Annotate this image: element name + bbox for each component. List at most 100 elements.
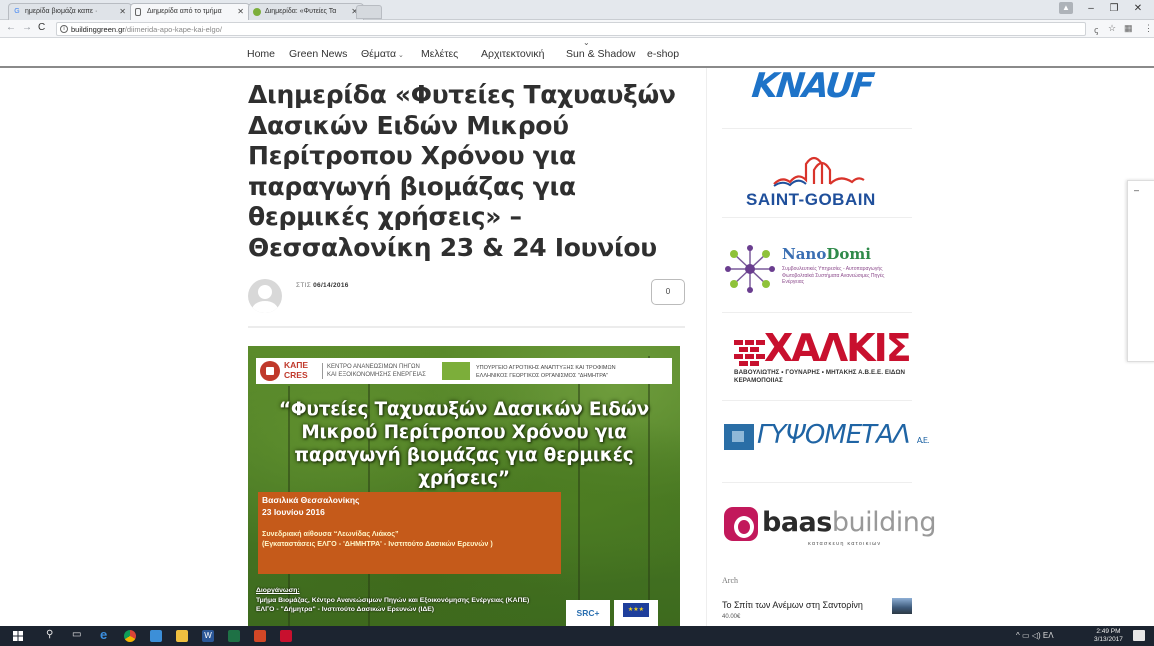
collapse-icon[interactable]: – — [1134, 185, 1139, 195]
poster-location: Βασιλικά Θεσσαλονίκης — [262, 495, 360, 505]
nanodomi-logo[interactable]: NanoDomi — [782, 245, 871, 263]
saint-gobain-logo[interactable]: SAINT-GOBAIN — [746, 190, 876, 210]
divider — [248, 326, 685, 328]
poster-venue: Συνεδριακή αίθουσα “Λεωνίδας Λιάκος” (Εγ… — [262, 529, 561, 549]
windows-start-icon[interactable] — [13, 631, 23, 641]
ministry-line-2: ΕΛΛΗΝΙΚΟΣ ΓΕΩΡΓΙΚΟΣ ΟΡΓΑΝΙΣΜΟΣ "ΔΗΜΗΤΡΑ" — [476, 373, 609, 379]
meta-prefix: ΣΤΙΣ — [296, 282, 312, 289]
bookmark-star-icon[interactable]: ☆ — [1108, 23, 1116, 34]
taskbar-clock[interactable]: 2:49 PM 3/13/2017 — [1094, 628, 1123, 644]
sidebar-separator — [722, 217, 912, 218]
url-path: /diimerida-apo-kape-kai-elgo/ — [124, 25, 222, 34]
poster-tree-trunk — [648, 356, 650, 626]
browser-tab-2[interactable]: Διημερίδα από το τμήμα ✕ — [130, 3, 250, 20]
windows-taskbar: ⚲ ▭ e W ^ ▭ ◁) ΕΛ 2:49 PM 3/13/2017 — [0, 626, 1154, 646]
browser-tab-bar: G ημερίδα βιομάζα καπε · ✕ Διημερίδα από… — [0, 0, 1154, 20]
poster-org-line-1: Τμήμα Βιομάζας, Κέντρο Ανανεώσιμων Πηγών… — [256, 596, 530, 604]
poster-org-label: Διοργάνωση: — [256, 587, 300, 594]
site-info-icon[interactable]: i — [60, 25, 68, 33]
nav-architektoniki[interactable]: Αρχιτεκτονική — [481, 48, 544, 60]
file-explorer-icon[interactable] — [176, 630, 188, 642]
gypsometal-suffix: Α.Ε. — [916, 436, 930, 445]
reload-icon[interactable]: C — [38, 22, 45, 33]
translate-icon[interactable]: ꞔ — [1094, 23, 1098, 36]
post-meta: ΣΤΙΣ 06/14/2016 — [296, 282, 349, 289]
close-tab-icon[interactable]: ✕ — [237, 7, 244, 16]
arch-product-link[interactable]: Το Σπίτι των Ανέμων στη Σαντορίνη — [722, 600, 863, 610]
kape-full-name: ΚΕΝΤΡΟ ΑΝΑΝΕΩΣΙΜΩΝ ΠΗΓΩΝ ΚΑΙ ΕΞΟΙΚΟΝΟΜΗΣ… — [322, 363, 450, 379]
comment-count-button[interactable]: 0 — [651, 279, 685, 305]
xalkis-logo[interactable]: ΧΑΛΚΙΣ — [764, 328, 912, 368]
author-avatar[interactable] — [248, 279, 282, 313]
nanodomi-molecule-icon — [725, 245, 775, 293]
ministry-logo: ΥΠΟΥΡΓΕΙΟ ΑΓΡΟΤΙΚΗΣ ΑΝΑΠΤΥΞΗΣ ΚΑΙ ΤΡΟΦΙΜ… — [438, 358, 672, 384]
notification-center-icon[interactable] — [1133, 630, 1145, 641]
src-plus-logo: SRC+ — [566, 600, 610, 626]
network-icon[interactable]: ▭ — [1022, 631, 1030, 640]
floating-side-widget[interactable]: – — [1127, 180, 1154, 362]
nanodomi-domi: Domi — [826, 245, 871, 263]
kape-abbr: ΚΑΠΕ CRES — [284, 360, 308, 380]
post-date: 06/14/2016 — [313, 282, 349, 289]
baas-tagline: κατασκευη κατοικιων — [808, 541, 882, 547]
poster-title: “Φυτείες Ταχυαυξών Δασικών Ειδών Μικρού … — [278, 399, 650, 489]
edge-icon[interactable]: e — [100, 627, 107, 642]
eu-flag-icon: ★★★ — [623, 603, 649, 617]
xalkis-bricks-icon — [734, 340, 765, 366]
tab-label: Διημερίδα: «Φυτείες Τα — [265, 8, 337, 15]
user-profile-icon[interactable]: ▲ — [1059, 2, 1073, 14]
extension-icon[interactable]: ▦ — [1124, 23, 1133, 34]
kape-logo: ΚΑΠΕ CRES ΚΕΝΤΡΟ ΑΝΑΝΕΩΣΙΜΩΝ ΠΗΓΩΝ ΚΑΙ Ε… — [256, 358, 452, 384]
baas-bold: baas — [762, 507, 832, 538]
gypsometal-logo[interactable]: ΓΥΨΟΜΕΤΑΛ Α.Ε. — [757, 420, 929, 450]
avatar-head — [258, 285, 272, 299]
nav-green-news[interactable]: Green News — [289, 48, 347, 60]
tray-chevron-icon[interactable]: ^ — [1016, 631, 1020, 640]
baas-building-logo[interactable]: baasbuilding — [762, 507, 937, 538]
browser-tab-1[interactable]: G ημερίδα βιομάζα καπε · ✕ — [8, 3, 132, 20]
article-title: Διημερίδα «Φυτείες Ταχυαυξών Δασικών Ειδ… — [248, 80, 676, 262]
poster-date: 23 Ιουνίου 2016 — [262, 506, 325, 517]
browser-tab-3[interactable]: Διημερίδα: «Φυτείες Τα ✕ — [248, 3, 364, 20]
nav-themata[interactable]: Θέματα ⌄ — [361, 48, 404, 60]
word-icon[interactable]: W — [202, 630, 214, 642]
ministry-logo-mark — [442, 362, 470, 380]
acrobat-icon[interactable] — [280, 630, 292, 642]
kape-full-line-1: ΚΕΝΤΡΟ ΑΝΑΝΕΩΣΙΜΩΝ ΠΗΓΩΝ — [327, 364, 420, 370]
store-icon[interactable] — [150, 630, 162, 642]
nav-eshop[interactable]: e-shop — [647, 48, 679, 60]
nanodomi-nano: Nano — [782, 245, 827, 263]
knauf-logo[interactable]: KNAUF — [750, 66, 875, 106]
nav-meletes[interactable]: Μελέτες — [421, 48, 458, 60]
arch-product-thumbnail[interactable] — [892, 598, 912, 614]
nav-home[interactable]: Home — [247, 48, 275, 60]
url-input[interactable]: i buildinggreen.gr/diimerida-apo-kape-ka… — [56, 22, 1086, 36]
task-view-icon[interactable]: ▭ — [72, 629, 81, 640]
forward-arrow-icon[interactable]: → — [22, 22, 32, 33]
baas-b-icon — [724, 507, 758, 541]
close-tab-icon[interactable]: ✕ — [119, 7, 126, 16]
google-favicon-icon: G — [14, 8, 20, 15]
tab-label: ημερίδα βιομάζα καπε · — [25, 8, 98, 15]
media-player-icon[interactable] — [254, 630, 266, 642]
kape-logo-mark — [260, 361, 280, 381]
language-indicator[interactable]: ΕΛ — [1043, 631, 1054, 640]
search-icon[interactable]: ⚲ — [46, 629, 53, 640]
kape-full-line-2: ΚΑΙ ΕΞΟΙΚΟΝΟΜΗΣΗΣ ΕΝΕΡΓΕΙΑΣ — [327, 372, 426, 378]
sidebar-border — [706, 68, 707, 628]
eu-flag-logo: ★★★ — [614, 600, 658, 626]
gypsometal-name: ΓΥΨΟΜΕΤΑΛ — [757, 420, 911, 450]
nav-sun-shadow[interactable]: Sun & Shadow — [566, 48, 635, 60]
menu-kebab-icon[interactable]: ⋮ — [1144, 23, 1153, 34]
close-window-icon[interactable]: ✕ — [1130, 3, 1146, 14]
chrome-icon[interactable] — [124, 630, 136, 642]
excel-icon[interactable] — [228, 630, 240, 642]
restore-icon[interactable]: ❐ — [1106, 3, 1122, 14]
volume-icon[interactable]: ◁) — [1032, 631, 1041, 640]
sidebar-separator — [722, 128, 912, 129]
back-arrow-icon[interactable]: ← — [6, 22, 16, 33]
new-tab-button[interactable] — [356, 5, 382, 19]
minimize-icon[interactable]: – — [1083, 3, 1099, 14]
nav-themata-label: Θέματα — [361, 48, 397, 60]
arch-widget-heading: Arch — [722, 576, 738, 585]
